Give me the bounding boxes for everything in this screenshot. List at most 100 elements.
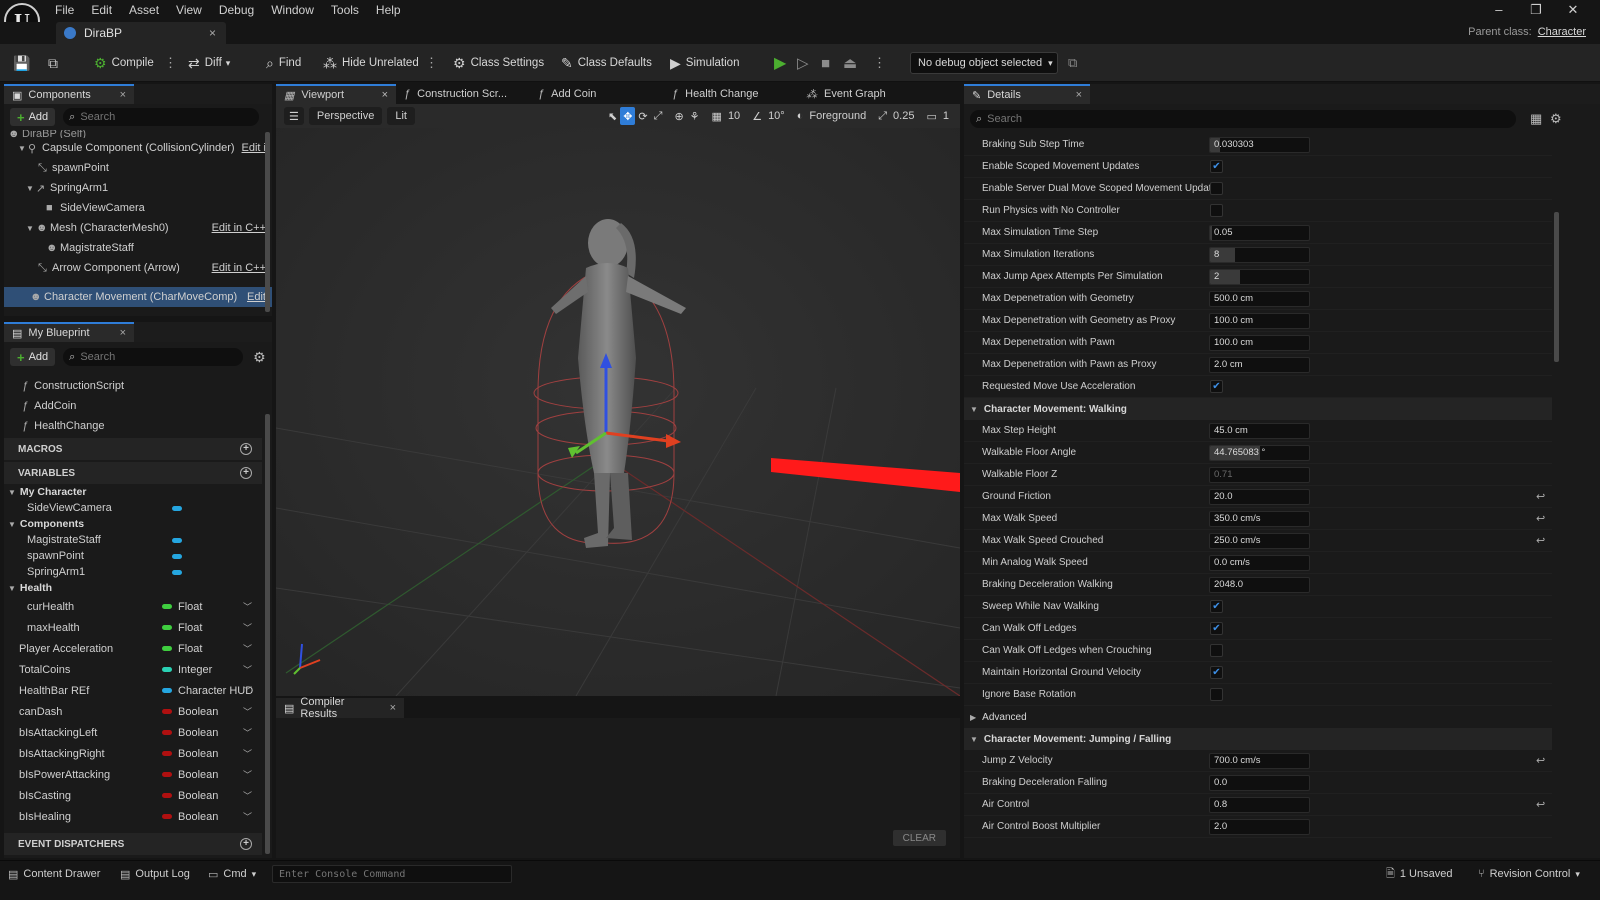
variable-candash[interactable]: canDash Boolean ﹀ bbox=[4, 701, 262, 722]
variable-bisattackingright[interactable]: bIsAttackingRight Boolean ﹀ bbox=[4, 743, 262, 764]
compile-button[interactable]: ⚙ Compile bbox=[94, 44, 154, 82]
variable-bispowerattacking[interactable]: bIsPowerAttacking Boolean ﹀ bbox=[4, 764, 262, 785]
edit-link[interactable]: Edit i bbox=[242, 142, 266, 154]
close-icon[interactable]: × bbox=[1068, 89, 1082, 101]
diff-button[interactable]: ⇄ Diff ▾ bbox=[188, 44, 230, 82]
scale-snap-value[interactable]: 0.25 bbox=[890, 107, 917, 125]
lit-button[interactable]: Lit bbox=[387, 107, 415, 125]
tab-components[interactable]: ▣ Components × bbox=[4, 84, 134, 104]
close-icon[interactable]: × bbox=[112, 327, 126, 339]
menu-file[interactable]: File bbox=[55, 0, 74, 20]
section-macros[interactable]: MACROS + bbox=[4, 438, 262, 460]
variable-spawnpoint[interactable]: spawnPoint bbox=[4, 548, 262, 564]
close-icon[interactable]: × bbox=[112, 89, 126, 101]
tree-item-sideviewcamera[interactable]: ■ SideViewCamera bbox=[4, 198, 272, 218]
property-value-field[interactable]: 250.0 cm/s bbox=[1209, 532, 1310, 549]
output-log-button[interactable]: ▤ Output Log bbox=[120, 861, 190, 887]
menu-debug[interactable]: Debug bbox=[219, 0, 254, 20]
details-search-input[interactable] bbox=[987, 113, 1420, 125]
property-checkbox[interactable] bbox=[1210, 688, 1223, 701]
simulation-button[interactable]: ▶ Simulation bbox=[670, 44, 739, 82]
reset-to-default-icon[interactable]: ↩ bbox=[1536, 534, 1545, 547]
variable-type[interactable]: Character HUD bbox=[178, 685, 253, 697]
surface-snap-icon[interactable]: ⚘ bbox=[687, 107, 703, 125]
components-search-input[interactable] bbox=[80, 111, 233, 123]
chevron-down-icon[interactable]: ﹀ bbox=[243, 810, 252, 823]
property-value-field[interactable]: 100.0 cm bbox=[1209, 312, 1310, 329]
compile-options-icon[interactable]: ⋮ bbox=[164, 44, 177, 82]
tab-viewport[interactable]: ▦ Viewport × bbox=[276, 84, 396, 104]
variable-curhealth[interactable]: curHealth Float ﹀ bbox=[4, 596, 262, 617]
tab-construction-script[interactable]: ƒ Construction Scr... bbox=[396, 84, 530, 104]
parent-class-link[interactable]: Character bbox=[1538, 26, 1586, 38]
add-component-button[interactable]: + Add bbox=[10, 108, 56, 126]
chevron-down-icon[interactable]: ▼ bbox=[26, 224, 36, 233]
category-my-character[interactable]: ▼ My Character bbox=[4, 484, 262, 500]
function-construction-script[interactable]: ƒ ConstructionScript bbox=[4, 376, 262, 396]
clear-button[interactable]: CLEAR bbox=[892, 830, 946, 846]
tree-item-character-movement[interactable]: ☻ Character Movement (CharMoveComp) Edit bbox=[4, 287, 272, 307]
chevron-down-icon[interactable]: ﹀ bbox=[243, 726, 252, 739]
minimize-icon[interactable]: – bbox=[1482, 2, 1516, 17]
section-character-movement-jumping-falling[interactable]: ▼ Character Movement: Jumping / Falling bbox=[964, 728, 1552, 750]
add-macro-icon[interactable]: + bbox=[240, 443, 252, 455]
viewport-scene[interactable] bbox=[275, 128, 961, 697]
rotate-icon[interactable]: ⟳ bbox=[635, 107, 650, 125]
category-components[interactable]: ▼ Components bbox=[4, 516, 262, 532]
camera-speed-icon[interactable]: ▭ bbox=[923, 107, 939, 125]
components-search[interactable]: ⌕ bbox=[63, 108, 260, 126]
property-checkbox[interactable] bbox=[1210, 644, 1223, 657]
variable-type[interactable]: Float bbox=[178, 643, 202, 655]
rotation-snap-value[interactable]: 10° bbox=[765, 107, 788, 125]
layer-icon[interactable]: ◐ bbox=[794, 107, 807, 125]
chevron-down-icon[interactable]: ﹀ bbox=[243, 684, 252, 697]
reset-to-default-icon[interactable]: ↩ bbox=[1536, 798, 1545, 811]
foreground-value[interactable]: Foreground bbox=[806, 107, 869, 125]
content-drawer-button[interactable]: ▤ Content Drawer bbox=[8, 861, 100, 887]
property-value-field[interactable]: 20.0 bbox=[1209, 488, 1310, 505]
variable-type[interactable]: Boolean bbox=[178, 811, 218, 823]
close-tab-icon[interactable]: × bbox=[209, 26, 216, 40]
property-value-field[interactable]: 2048.0 bbox=[1209, 576, 1310, 593]
property-value-field[interactable]: 8 bbox=[1209, 246, 1310, 263]
chevron-down-icon[interactable]: ﹀ bbox=[243, 789, 252, 802]
tree-item-spawnpoint[interactable]: ⤡ spawnPoint bbox=[4, 158, 272, 178]
variable-type[interactable]: Boolean bbox=[178, 727, 218, 739]
section-advanced[interactable]: ▶ Advanced bbox=[964, 706, 1552, 728]
edit-in-cpp-link[interactable]: Edit in C++ bbox=[212, 262, 266, 274]
document-tab-dirabp[interactable]: DiraBP × bbox=[56, 22, 226, 44]
property-checkbox[interactable] bbox=[1210, 204, 1223, 217]
camera-speed-value[interactable]: 1 bbox=[940, 107, 952, 125]
variable-biscasting[interactable]: bIsCasting Boolean ﹀ bbox=[4, 785, 262, 806]
tab-my-blueprint[interactable]: ▤ My Blueprint × bbox=[4, 322, 134, 342]
tree-item-arrow[interactable]: ⤡ Arrow Component (Arrow) Edit in C++ bbox=[4, 258, 272, 278]
class-defaults-button[interactable]: ✎ Class Defaults bbox=[561, 44, 652, 82]
scale-snap-icon[interactable]: ⤢ bbox=[875, 107, 890, 125]
tab-health-change[interactable]: ƒ Health Change bbox=[664, 84, 798, 104]
my-blueprint-search-input[interactable] bbox=[80, 351, 220, 363]
property-value-field[interactable]: 0.0 bbox=[1209, 774, 1310, 791]
property-value-field[interactable]: 700.0 cm/s bbox=[1209, 752, 1310, 769]
function-add-coin[interactable]: ƒ AddCoin bbox=[4, 396, 262, 416]
world-space-icon[interactable]: ⊕ bbox=[671, 107, 686, 125]
stop-icon[interactable]: ■ bbox=[821, 44, 830, 82]
settings-gear-icon[interactable]: ⚙ bbox=[253, 349, 266, 366]
variable-type[interactable]: Float bbox=[178, 601, 202, 613]
menu-tools[interactable]: Tools bbox=[331, 0, 359, 20]
debug-filter-icon[interactable]: ⧉ bbox=[1068, 44, 1077, 82]
close-icon[interactable]: × bbox=[382, 89, 388, 101]
edit-in-cpp-link[interactable]: Edit in C++ bbox=[212, 222, 266, 234]
tab-event-graph[interactable]: ⁂ Event Graph bbox=[798, 84, 932, 104]
menu-view[interactable]: View bbox=[176, 0, 202, 20]
variable-type[interactable]: Integer bbox=[178, 664, 212, 676]
menu-asset[interactable]: Asset bbox=[129, 0, 159, 20]
chevron-down-icon[interactable]: ﹀ bbox=[243, 621, 252, 634]
section-variables[interactable]: VARIABLES + bbox=[4, 462, 262, 484]
menu-edit[interactable]: Edit bbox=[91, 0, 112, 20]
step-icon[interactable]: ▷ bbox=[797, 44, 809, 82]
reset-to-default-icon[interactable]: ↩ bbox=[1536, 754, 1545, 767]
menu-help[interactable]: Help bbox=[376, 0, 401, 20]
property-value-field[interactable]: 0.8 bbox=[1209, 796, 1310, 813]
section-event-dispatchers[interactable]: EVENT DISPATCHERS + bbox=[4, 833, 262, 855]
variable-maxhealth[interactable]: maxHealth Float ﹀ bbox=[4, 617, 262, 638]
